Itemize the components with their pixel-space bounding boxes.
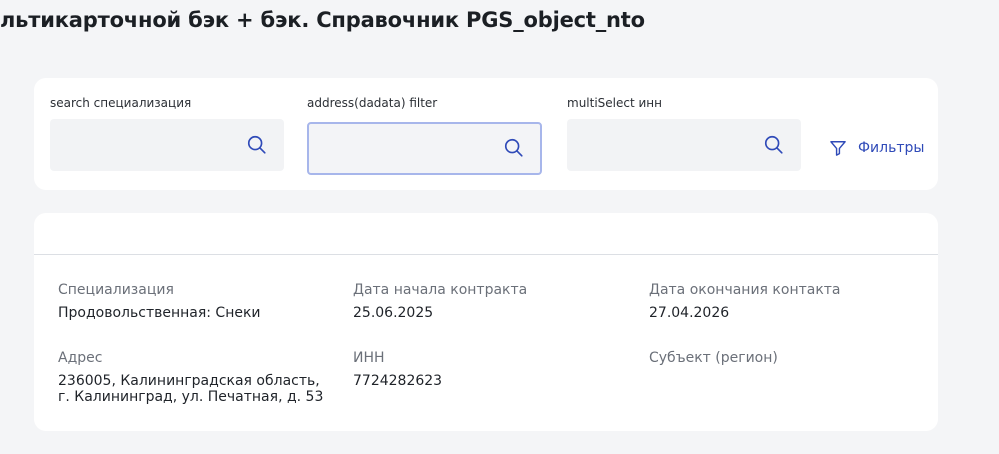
search-icon[interactable] [503,137,525,159]
page-title: льтикарточной бэк + бэк. Справочник PGS_… [0,8,645,32]
search-specialization-input[interactable] [50,119,254,171]
region-label: Субъект (регион) [649,350,778,366]
inn-label: ИНН [353,350,385,366]
search-specialization-field: search специализация [50,95,284,171]
contract-end-label: Дата окончания контакта [649,282,841,298]
search-icon[interactable] [246,134,268,156]
address-filter-field: address(dadata) filter [307,95,542,175]
specialization-value: Продовольственная: Снеки [58,305,261,321]
inn-multiselect-input[interactable] [567,119,771,171]
search-specialization-label: search специализация [50,96,192,110]
search-specialization-box[interactable] [50,119,284,171]
inn-value: 7724282623 [353,373,443,389]
inn-multiselect-label: multiSelect инн [567,96,662,110]
address-line-2: г. Калининград, ул. Печатная, д. 53 [58,389,324,405]
inn-multiselect-box[interactable] [567,119,801,171]
funnel-icon [830,141,846,156]
address-filter-label: address(dadata) filter [307,96,438,110]
inn-cell: ИНН 7724282623 [353,349,633,389]
contract-start-label: Дата начала контракта [353,282,528,298]
address-line-1: 236005, Калининградская область, [58,373,320,389]
region-cell: Субъект (регион) [649,349,929,373]
address-filter-input[interactable] [309,124,513,173]
specialization-label: Специализация [58,282,174,298]
specialization-cell: Специализация Продовольственная: Снеки [58,281,338,321]
address-value: 236005, Калининградская область, г. Кали… [58,373,338,405]
contract-end-cell: Дата окончания контакта 27.04.2026 [649,281,929,321]
card-divider [34,254,938,255]
filters-button-label: Фильтры [858,140,925,156]
inn-multiselect-field: multiSelect инн [567,95,801,171]
contract-end-value: 27.04.2026 [649,305,730,321]
contract-start-value: 25.06.2025 [353,305,434,321]
filter-panel: search специализация address(dadata) fil… [34,78,938,190]
address-filter-box[interactable] [307,122,542,175]
search-icon[interactable] [763,134,785,156]
record-card: Специализация Продовольственная: Снеки Д… [34,213,938,431]
filters-button[interactable]: Фильтры [828,138,924,158]
contract-start-cell: Дата начала контракта 25.06.2025 [353,281,633,321]
address-cell: Адрес 236005, Калининградская область, г… [58,349,338,405]
address-label: Адрес [58,350,103,366]
